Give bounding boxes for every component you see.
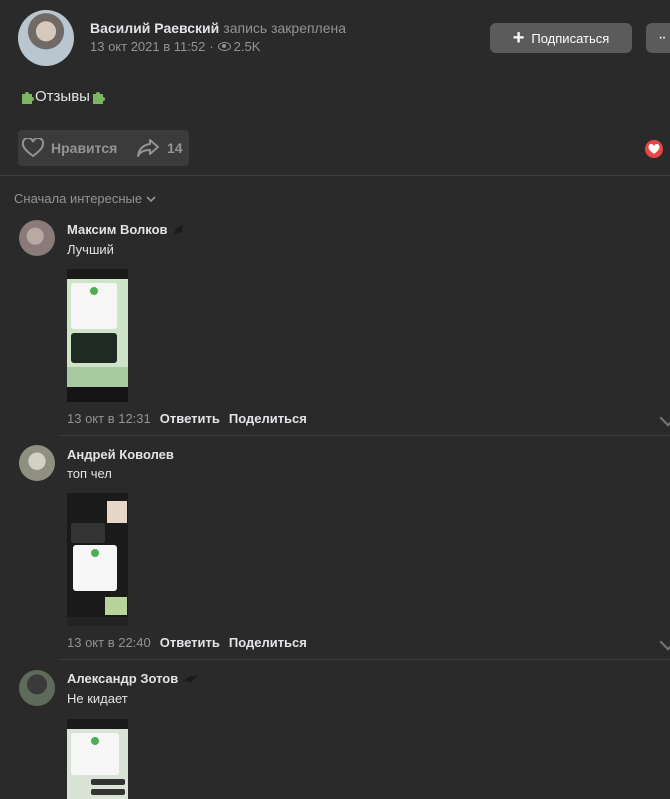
comment-author-name[interactable]: Александр Зотов bbox=[67, 671, 178, 686]
comment-avatar[interactable] bbox=[19, 220, 55, 256]
comment-author-name[interactable]: Андрей Коволев bbox=[67, 447, 174, 462]
comment-date[interactable]: 13 окт в 12:31 bbox=[67, 411, 151, 426]
screenshot-thumbnail bbox=[67, 719, 128, 799]
author-name[interactable]: Василий Раевский bbox=[90, 20, 219, 36]
share-count: 14 bbox=[167, 140, 183, 156]
more-icon: ·· bbox=[658, 29, 667, 46]
like-button[interactable]: Нравится bbox=[22, 138, 117, 158]
share-button[interactable]: 14 bbox=[136, 138, 183, 158]
reply-button[interactable]: Ответить bbox=[160, 635, 220, 650]
comments-sort-label: Сначала интересные bbox=[14, 191, 143, 206]
heart-icon bbox=[22, 138, 44, 158]
comment-author: Александр Зотов bbox=[67, 671, 200, 686]
author-line: Василий Раевский запись закреплена bbox=[90, 20, 346, 36]
more-button[interactable]: ·· bbox=[646, 23, 670, 53]
comment-text: Лучший bbox=[67, 242, 114, 257]
pinned-label: запись закреплена bbox=[223, 20, 347, 36]
subscribe-button[interactable]: + Подписаться bbox=[490, 23, 632, 53]
comment-date[interactable]: 13 окт в 22:40 bbox=[67, 635, 151, 650]
eye-icon bbox=[217, 42, 231, 51]
comment-divider bbox=[60, 435, 670, 436]
comment-text: топ чел bbox=[67, 466, 112, 481]
author-avatar[interactable] bbox=[18, 10, 74, 66]
comment-avatar[interactable] bbox=[19, 670, 55, 706]
comment-footer: 13 окт в 22:40 Ответить Поделиться bbox=[67, 635, 307, 650]
comment-author: Максим Волков bbox=[67, 222, 186, 237]
comment-author: Андрей Коволев bbox=[67, 447, 174, 462]
view-count: 2.5K bbox=[233, 39, 261, 54]
reply-button[interactable]: Ответить bbox=[160, 411, 220, 426]
share-comment-button[interactable]: Поделиться bbox=[229, 635, 307, 650]
post-text-content: Отзывы bbox=[35, 88, 90, 105]
comment-image[interactable] bbox=[67, 493, 128, 626]
comment-author-name[interactable]: Максим Волков bbox=[67, 222, 168, 237]
share-icon bbox=[137, 139, 159, 157]
like-label: Нравится bbox=[51, 140, 118, 156]
avatar-emoji-icon bbox=[183, 675, 200, 683]
share-comment-button[interactable]: Поделиться bbox=[229, 411, 307, 426]
divider bbox=[0, 175, 670, 176]
comment-footer: 13 окт в 12:31 Ответить Поделиться bbox=[67, 411, 307, 426]
post-meta: 13 окт 2021 в 11:52 · 2.5K bbox=[90, 39, 260, 54]
chevron-down-icon bbox=[146, 195, 156, 202]
screenshot-thumbnail bbox=[67, 269, 128, 402]
comment-image[interactable] bbox=[67, 719, 128, 799]
heart-reaction-shape bbox=[648, 143, 660, 154]
puzzle-icon bbox=[22, 91, 34, 104]
heart-reaction-icon[interactable] bbox=[645, 140, 663, 158]
meta-separator: · bbox=[209, 39, 214, 54]
comment-text: Не кидает bbox=[67, 691, 128, 706]
puzzle-icon bbox=[92, 91, 105, 104]
post-date[interactable]: 13 окт 2021 в 11:52 bbox=[90, 39, 205, 54]
comment-image[interactable] bbox=[67, 269, 128, 402]
screenshot-thumbnail bbox=[67, 493, 128, 626]
comment-avatar[interactable] bbox=[19, 445, 55, 481]
comment-divider bbox=[60, 659, 670, 660]
subscribe-label: Подписаться bbox=[531, 30, 610, 46]
plus-icon: + bbox=[512, 27, 525, 49]
comment-like-icon[interactable] bbox=[659, 633, 670, 651]
comments-sort-dropdown[interactable]: Сначала интересные bbox=[14, 191, 156, 206]
comment-like-icon[interactable] bbox=[659, 409, 670, 427]
post-text: Отзывы bbox=[19, 88, 106, 105]
avatar-emoji-icon bbox=[173, 224, 184, 235]
